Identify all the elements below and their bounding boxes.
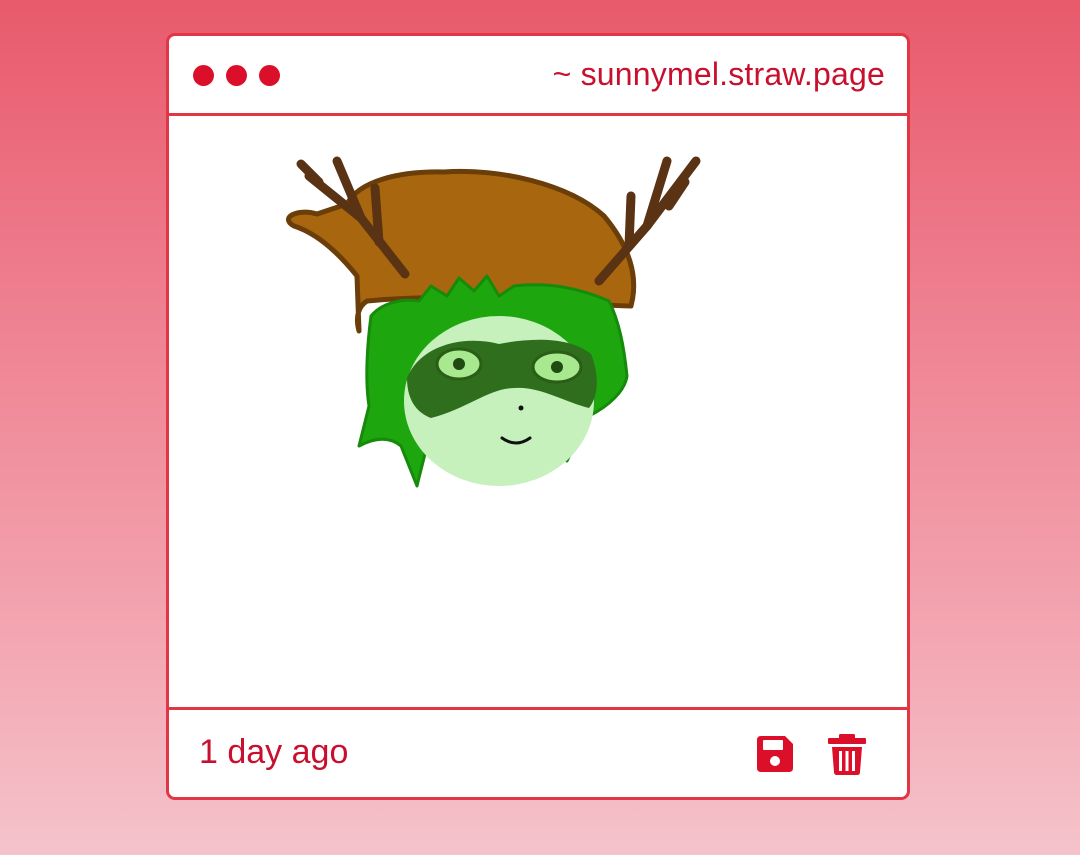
site-title[interactable]: ~ sunnymel.straw.page bbox=[553, 56, 885, 93]
trash-icon bbox=[828, 734, 866, 775]
delete-button[interactable] bbox=[825, 732, 869, 776]
post-window: ~ sunnymel.straw.page 1 day ago bbox=[166, 33, 910, 800]
title-bar: ~ sunnymel.straw.page bbox=[169, 36, 907, 116]
character-drawing bbox=[285, 156, 701, 488]
window-dot bbox=[259, 65, 280, 86]
window-dots bbox=[193, 65, 280, 86]
window-dot bbox=[226, 65, 247, 86]
drawing-canvas bbox=[169, 116, 907, 710]
post-footer: 1 day ago bbox=[169, 707, 907, 797]
floppy-disk-icon bbox=[757, 736, 793, 772]
nose bbox=[518, 405, 524, 411]
right-antler bbox=[594, 156, 701, 286]
post-timestamp: 1 day ago bbox=[199, 733, 349, 771]
window-dot bbox=[193, 65, 214, 86]
save-button[interactable] bbox=[753, 732, 797, 776]
